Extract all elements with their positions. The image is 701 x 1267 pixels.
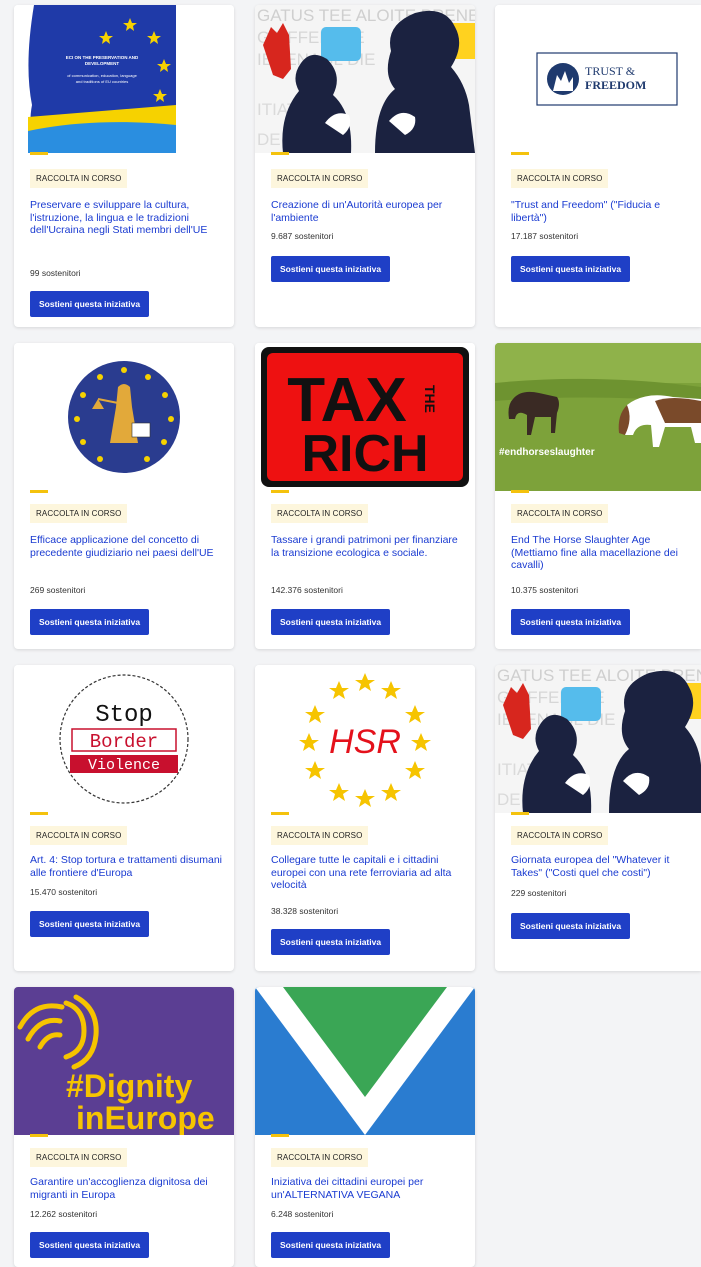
status-badge: RACCOLTA IN CORSO [30, 1148, 128, 1167]
support-initiative-button[interactable]: Sostieni questa iniziativa [511, 609, 631, 635]
initiative-image[interactable]: ECI ON THE PRESERVATION AND DEVELOPMENT … [14, 5, 234, 153]
supporters-count: 99 sostenitori [30, 268, 81, 278]
accent-bar [511, 152, 529, 155]
status-badge: RACCOLTA IN CORSO [511, 504, 609, 523]
initiative-card[interactable]: RACCOLTA IN CORSO Efficace applicazione … [14, 343, 234, 649]
initiative-image[interactable]: #endhorseslaughter [495, 343, 701, 491]
status-badge: RACCOLTA IN CORSO [511, 826, 609, 845]
status-badge: RACCOLTA IN CORSO [271, 169, 369, 188]
initiative-card[interactable]: GATUS TEE ALOITE PRENEZ GRIFFEN DIE IBRE… [495, 665, 701, 971]
image-text: inEurope [76, 1100, 215, 1135]
initiative-title-link[interactable]: Tassare i grandi patrimoni per finanziar… [271, 534, 463, 559]
accent-bar [271, 152, 289, 155]
initiative-card[interactable]: TRUST & FREEDOM RACCOLTA IN CORSO "Trust… [495, 5, 701, 327]
image-text: Stop [95, 702, 153, 729]
accent-bar [30, 1134, 48, 1137]
accent-bar [511, 490, 529, 493]
supporters-count: 38.328 sostenitori [271, 906, 339, 916]
accent-bar [271, 1134, 289, 1137]
supporters-count: 17.187 sostenitori [511, 231, 579, 241]
initiative-image[interactable]: Stop Border Violence [14, 665, 234, 813]
status-badge: RACCOLTA IN CORSO [271, 1148, 369, 1167]
image-text: ECI ON THE PRESERVATION AND [66, 55, 139, 60]
initiative-image[interactable]: GATUS TEE ALOITE PRENEZ GRIFFEN DIE IBRE… [495, 665, 701, 813]
initiative-title-link[interactable]: Giornata europea del "Whatever it Takes"… [511, 854, 689, 879]
status-badge: RACCOLTA IN CORSO [30, 826, 128, 845]
initiative-image[interactable]: TRUST & FREEDOM [495, 5, 701, 153]
accent-bar [271, 812, 289, 815]
support-initiative-button[interactable]: Sostieni questa iniziativa [30, 1232, 150, 1258]
initiative-card[interactable]: RACCOLTA IN CORSO Iniziativa dei cittadi… [255, 987, 475, 1267]
image-text: HSR [329, 723, 401, 761]
status-badge: RACCOLTA IN CORSO [511, 169, 609, 188]
image-text: Violence [88, 757, 160, 774]
image-text: and traditions of EU countries [76, 79, 128, 84]
supporters-count: 10.375 sostenitori [511, 585, 579, 595]
image-text: FREEDOM [585, 78, 646, 92]
initiative-card[interactable]: #Dignity inEurope RACCOLTA IN CORSO Gara… [14, 987, 234, 1267]
status-badge: RACCOLTA IN CORSO [271, 504, 369, 523]
image-text: DEVELOPMENT [85, 61, 120, 66]
supporters-count: 269 sostenitori [30, 585, 86, 595]
accent-bar [30, 812, 48, 815]
image-text: RICH [301, 425, 428, 483]
initiative-title-link[interactable]: End The Horse Slaughter Age (Mettiamo fi… [511, 534, 689, 572]
status-badge: RACCOLTA IN CORSO [30, 169, 128, 188]
support-initiative-button[interactable]: Sostieni questa iniziativa [271, 609, 391, 635]
status-badge: RACCOLTA IN CORSO [30, 504, 128, 523]
initiative-title-link[interactable]: Iniziativa dei cittadini europei per un'… [271, 1176, 463, 1201]
initiatives-grid: ECI ON THE PRESERVATION AND DEVELOPMENT … [0, 0, 701, 1267]
support-initiative-button[interactable]: Sostieni questa iniziativa [511, 256, 631, 282]
initiative-title-link[interactable]: "Trust and Freedom" ("Fiducia e libertà"… [511, 199, 689, 224]
initiative-image[interactable]: #Dignity inEurope [14, 987, 234, 1135]
supporters-count: 229 sostenitori [511, 888, 567, 898]
support-initiative-button[interactable]: Sostieni questa iniziativa [511, 913, 631, 939]
supporters-count: 6.248 sostenitori [271, 1209, 334, 1219]
initiative-image[interactable]: HSR [255, 665, 475, 813]
initiative-title-link[interactable]: Efficace applicazione del concetto di pr… [30, 534, 222, 559]
initiative-card[interactable]: ECI ON THE PRESERVATION AND DEVELOPMENT … [14, 5, 234, 327]
initiative-card[interactable]: Stop Border Violence RACCOLTA IN CORSO A… [14, 665, 234, 971]
initiative-card[interactable]: HSR RACCOLTA IN CORSO Collegare tutte le… [255, 665, 475, 971]
image-text: THE [422, 385, 438, 413]
supporters-count: 15.470 sostenitori [30, 887, 98, 897]
initiative-title-link[interactable]: Collegare tutte le capitali e i cittadin… [271, 854, 463, 892]
initiative-image[interactable] [14, 343, 234, 491]
supporters-count: 142.376 sostenitori [271, 585, 343, 595]
initiative-title-link[interactable]: Creazione di un'Autorità europea per l'a… [271, 199, 463, 224]
accent-bar [30, 490, 48, 493]
support-initiative-button[interactable]: Sostieni questa iniziativa [271, 1232, 391, 1258]
accent-bar [511, 812, 529, 815]
image-text: #endhorseslaughter [499, 447, 595, 458]
support-initiative-button[interactable]: Sostieni questa iniziativa [30, 291, 150, 317]
image-text: Border [90, 731, 158, 753]
accent-bar [271, 490, 289, 493]
initiative-image[interactable] [255, 987, 475, 1135]
support-initiative-button[interactable]: Sostieni questa iniziativa [30, 911, 150, 937]
initiative-card[interactable]: #endhorseslaughter RACCOLTA IN CORSO End… [495, 343, 701, 649]
initiative-title-link[interactable]: Preservare e sviluppare la cultura, l'is… [30, 199, 222, 237]
supporters-count: 9.687 sostenitori [271, 231, 334, 241]
initiative-title-link[interactable]: Art. 4: Stop tortura e trattamenti disum… [30, 854, 222, 879]
image-text: TRUST & [585, 64, 636, 78]
support-initiative-button[interactable]: Sostieni questa iniziativa [271, 256, 391, 282]
accent-bar [30, 152, 48, 155]
support-initiative-button[interactable]: Sostieni questa iniziativa [271, 929, 391, 955]
initiative-image[interactable]: GATUS TEE ALOITE PRENEZ GRIFFEN DIE IBRE… [255, 5, 475, 153]
image-text: of communication, education, language [67, 73, 137, 78]
status-badge: RACCOLTA IN CORSO [271, 826, 369, 845]
supporters-count: 12.262 sostenitori [30, 1209, 98, 1219]
image-text: #Dignity [66, 1068, 192, 1104]
initiative-card[interactable]: TAX THE RICH RACCOLTA IN CORSO Tassare i… [255, 343, 475, 649]
initiative-card[interactable]: GATUS TEE ALOITE PRENEZ GRIFFEN DIE IBRE… [255, 5, 475, 327]
initiative-title-link[interactable]: Garantire un'accoglienza dignitosa dei m… [30, 1176, 222, 1201]
initiative-image[interactable]: TAX THE RICH [255, 343, 475, 491]
support-initiative-button[interactable]: Sostieni questa iniziativa [30, 609, 150, 635]
